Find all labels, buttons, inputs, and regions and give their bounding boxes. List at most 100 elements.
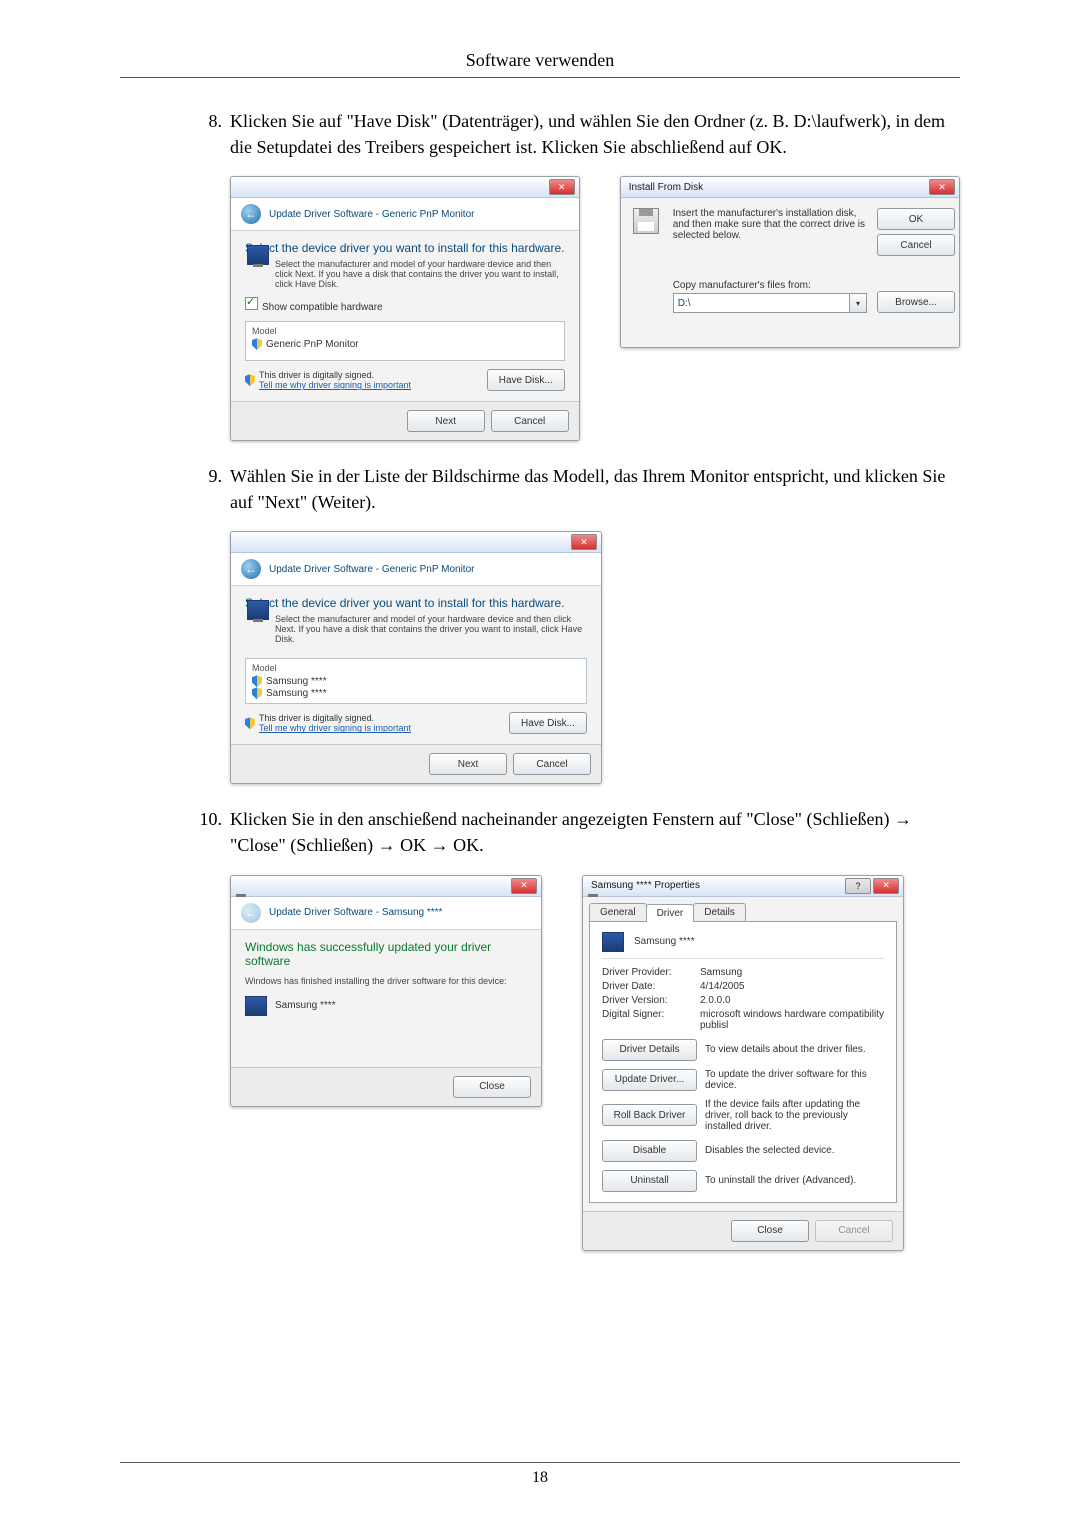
dialog-body: Insert the manufacturer's installation d… <box>621 198 959 327</box>
signed-link[interactable]: Tell me why driver signing is important <box>259 723 411 733</box>
window-buttons: ✕ <box>929 179 955 195</box>
date-value: 4/14/2005 <box>700 981 884 992</box>
close-icon[interactable]: ✕ <box>929 179 955 195</box>
step-number: 10. <box>180 806 230 858</box>
tab-details[interactable]: Details <box>693 903 746 921</box>
version-label: Driver Version: <box>602 995 692 1006</box>
shield-icon <box>252 338 262 350</box>
date-label: Driver Date: <box>602 981 692 992</box>
back-icon[interactable]: ← <box>241 204 261 224</box>
close-icon[interactable]: ✕ <box>873 878 899 894</box>
install-desc: Insert the manufacturer's installation d… <box>673 208 867 241</box>
list-item-label: Samsung **** <box>266 676 327 687</box>
titlebar: Install From Disk ✕ <box>621 177 959 198</box>
dialog-update-success: ✕ ← Update Driver Software - Samsung ***… <box>230 875 542 1107</box>
dialog-select-driver-1: ✕ ← Update Driver Software - Generic PnP… <box>230 176 580 441</box>
monitor-icon <box>245 996 267 1016</box>
cancel-button[interactable]: Cancel <box>877 234 955 256</box>
model-list[interactable]: Model Samsung **** Samsung **** <box>245 658 587 704</box>
shield-icon <box>252 675 262 687</box>
rollback-driver-desc: If the device fails after updating the d… <box>705 1099 884 1132</box>
signer-value: microsoft windows hardware compatibility… <box>700 1009 884 1031</box>
model-list[interactable]: Model Generic PnP Monitor <box>245 321 565 361</box>
tab-driver[interactable]: Driver <box>646 904 695 922</box>
dialog-install-from-disk: Install From Disk ✕ Insert the manufactu… <box>620 176 960 348</box>
checkbox-label: Show compatible hardware <box>262 302 383 313</box>
titlebar: ✕ <box>231 177 579 198</box>
titlebar: Samsung **** Properties ? ✕ <box>583 876 903 897</box>
close-button[interactable]: Close <box>453 1076 531 1098</box>
list-item[interactable]: Samsung **** <box>252 687 580 699</box>
provider-label: Driver Provider: <box>602 967 692 978</box>
figure-row-step8: ✕ ← Update Driver Software - Generic PnP… <box>230 176 960 441</box>
breadcrumb: ← Update Driver Software - Generic PnP M… <box>231 198 579 231</box>
section-title: Software verwenden <box>120 50 960 78</box>
step-number: 9. <box>180 463 230 515</box>
tabs: General Driver Details <box>589 903 897 921</box>
dropdown-icon[interactable]: ▾ <box>850 293 867 313</box>
step-text: Wählen Sie in der Liste der Bildschirme … <box>230 463 960 515</box>
browse-button[interactable]: Browse... <box>877 291 955 313</box>
update-driver-desc: To update the driver software for this d… <box>705 1069 884 1091</box>
have-disk-button[interactable]: Have Disk... <box>509 712 587 734</box>
cancel-button[interactable]: Cancel <box>491 410 569 432</box>
shield-icon <box>252 687 262 699</box>
show-compatible-checkbox[interactable]: Show compatible hardware <box>245 297 565 313</box>
next-button[interactable]: Next <box>429 753 507 775</box>
dialog-device-properties: Samsung **** Properties ? ✕ General Driv… <box>582 875 904 1251</box>
titlebar: ✕ <box>231 532 601 553</box>
dialog-heading: Select the device driver you want to ins… <box>245 241 565 255</box>
back-icon[interactable]: ← <box>241 559 261 579</box>
list-item-label: Generic PnP Monitor <box>266 339 359 350</box>
cancel-button[interactable]: Cancel <box>513 753 591 775</box>
title-text: Samsung **** Properties <box>591 880 700 891</box>
step-8: 8. Klicken Sie auf "Have Disk" (Datenträ… <box>180 108 960 160</box>
close-icon[interactable]: ✕ <box>511 878 537 894</box>
title-text: Install From Disk <box>629 182 703 193</box>
monitor-icon <box>247 245 269 265</box>
tab-general[interactable]: General <box>589 903 647 921</box>
step-text: Klicken Sie in den anschießend nacheinan… <box>230 806 960 858</box>
shield-icon <box>245 717 255 729</box>
path-select[interactable]: D:\ <box>673 293 850 313</box>
close-icon[interactable]: ✕ <box>549 179 575 195</box>
disable-button[interactable]: Disable <box>602 1140 697 1162</box>
next-button[interactable]: Next <box>407 410 485 432</box>
list-item[interactable]: Samsung **** <box>252 675 580 687</box>
provider-value: Samsung <box>700 967 884 978</box>
disable-desc: Disables the selected device. <box>705 1145 884 1156</box>
button-row: Next Cancel <box>231 401 579 440</box>
window-buttons: ✕ <box>549 179 575 195</box>
close-icon[interactable]: ✕ <box>571 534 597 550</box>
step-9: 9. Wählen Sie in der Liste der Bildschir… <box>180 463 960 515</box>
update-driver-button[interactable]: Update Driver... <box>602 1069 697 1091</box>
help-icon[interactable]: ? <box>845 878 871 894</box>
step-text: Klicken Sie auf "Have Disk" (Datenträger… <box>230 108 960 160</box>
list-item[interactable]: Generic PnP Monitor <box>252 338 558 350</box>
dialog-description: Windows has finished installing the driv… <box>245 976 527 986</box>
signed-notice: This driver is digitally signed. Tell me… <box>245 712 587 734</box>
titlebar: ✕ <box>231 876 541 897</box>
driver-details-button[interactable]: Driver Details <box>602 1039 697 1061</box>
close-button[interactable]: Close <box>731 1220 809 1242</box>
uninstall-button[interactable]: Uninstall <box>602 1170 697 1192</box>
dialog-heading: Select the device driver you want to ins… <box>245 596 587 610</box>
tab-body: Samsung **** Driver Provider: Samsung Dr… <box>589 921 897 1203</box>
signed-text: This driver is digitally signed. <box>259 713 411 723</box>
list-header: Model <box>252 663 580 673</box>
list-header: Model <box>252 326 558 336</box>
document-page: Software verwenden 8. Klicken Sie auf "H… <box>0 0 1080 1527</box>
copy-from-label: Copy manufacturer's files from: <box>673 280 867 291</box>
dialog-description: Select the manufacturer and model of you… <box>275 259 565 289</box>
figure-row-step10: ✕ ← Update Driver Software - Samsung ***… <box>230 875 960 1251</box>
page-number: 18 <box>120 1462 960 1487</box>
step-number: 8. <box>180 108 230 160</box>
ok-button[interactable]: OK <box>877 208 955 230</box>
checkbox-icon <box>245 297 258 310</box>
signed-link[interactable]: Tell me why driver signing is important <box>259 380 411 390</box>
floppy-icon <box>633 208 659 234</box>
breadcrumb: ← Update Driver Software - Samsung **** <box>231 897 541 930</box>
rollback-driver-button[interactable]: Roll Back Driver <box>602 1104 697 1126</box>
have-disk-button[interactable]: Have Disk... <box>487 369 565 391</box>
signer-label: Digital Signer: <box>602 1009 692 1031</box>
